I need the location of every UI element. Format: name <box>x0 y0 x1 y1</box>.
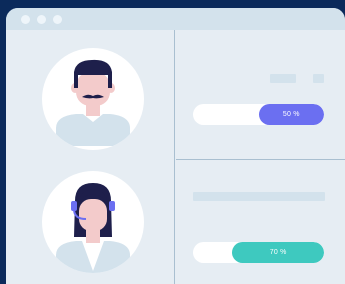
progress-label: 70 % <box>269 249 287 256</box>
user-list-panel <box>6 30 175 284</box>
progress-fill: 50 % <box>258 104 324 125</box>
window-dot-3[interactable] <box>53 15 62 24</box>
window-dot-1[interactable] <box>21 15 30 24</box>
placeholder-bar <box>313 74 324 83</box>
female-support-agent-icon <box>56 183 130 273</box>
male-user-icon <box>56 59 130 146</box>
placeholder-bar <box>270 74 296 83</box>
progress-bar: 70 % <box>193 242 324 263</box>
progress-label: 50 % <box>282 111 300 118</box>
female-agent-avatar[interactable] <box>42 171 144 273</box>
progress-bar: 50 % <box>193 104 324 125</box>
stat-card-1: 50 % <box>176 30 345 160</box>
window-dot-2[interactable] <box>37 15 46 24</box>
progress-fill: 70 % <box>232 242 324 263</box>
placeholder-bar <box>193 192 325 201</box>
window-titlebar <box>6 8 345 30</box>
stat-card-2: 70 % <box>176 160 345 284</box>
male-user-avatar[interactable] <box>42 48 144 150</box>
app-window: 50 % 70 % <box>6 8 345 284</box>
